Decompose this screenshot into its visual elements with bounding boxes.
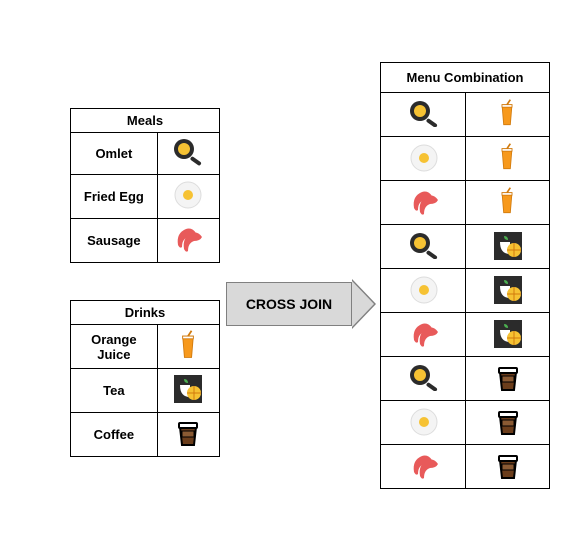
coffee-icon (172, 417, 204, 452)
table-row: Fried Egg (71, 175, 220, 219)
table-row: Omlet (71, 133, 220, 175)
meals-table: Meals Omlet Fried Egg Sausage (70, 108, 220, 263)
orange-juice-icon (493, 142, 521, 175)
meal-name: Fried Egg (71, 175, 158, 219)
drink-icon-cell (157, 325, 219, 369)
orange-juice-icon (493, 98, 521, 131)
result-meal-cell (381, 357, 466, 401)
drinks-table: Drinks Orange Juice Tea Coffee (70, 300, 220, 457)
table-row (381, 401, 550, 445)
sausage-icon (408, 186, 438, 219)
meal-icon-cell (157, 219, 219, 263)
table-row (381, 137, 550, 181)
result-drink-cell (465, 313, 550, 357)
result-drink-cell (465, 93, 550, 137)
operator-label: CROSS JOIN (226, 282, 352, 326)
table-row (381, 445, 550, 489)
result-drink-cell (465, 401, 550, 445)
result-drink-cell (465, 269, 550, 313)
fried-egg-icon (408, 406, 438, 439)
coffee-icon (492, 406, 522, 439)
table-row (381, 269, 550, 313)
result-meal-cell (381, 401, 466, 445)
result-header: Menu Combination (381, 63, 550, 93)
meals-header: Meals (71, 109, 220, 133)
fried-egg-icon (172, 179, 204, 214)
fried-egg-icon (408, 274, 438, 307)
omlet-pan-icon (408, 99, 438, 130)
tea-icon (492, 318, 522, 351)
drinks-header: Drinks (71, 301, 220, 325)
drink-name: Coffee (71, 413, 158, 457)
sausage-icon (408, 450, 438, 483)
result-drink-cell (465, 137, 550, 181)
result-meal-cell (381, 181, 466, 225)
table-row (381, 313, 550, 357)
drink-name: Tea (71, 369, 158, 413)
result-meal-cell (381, 445, 466, 489)
arrow-head-icon (352, 281, 374, 327)
table-row (381, 93, 550, 137)
omlet-pan-icon (408, 231, 438, 262)
tea-icon (492, 230, 522, 263)
meal-icon-cell (157, 175, 219, 219)
result-drink-cell (465, 445, 550, 489)
result-meal-cell (381, 93, 466, 137)
orange-juice-icon (172, 329, 204, 364)
table-row: Orange Juice (71, 325, 220, 369)
result-meal-cell (381, 313, 466, 357)
table-row: Tea (71, 369, 220, 413)
table-row (381, 357, 550, 401)
cross-join-arrow: CROSS JOIN (226, 282, 378, 326)
omlet-pan-icon (408, 363, 438, 394)
result-meal-cell (381, 269, 466, 313)
meal-name: Omlet (71, 133, 158, 175)
tea-icon (172, 373, 204, 408)
result-drink-cell (465, 357, 550, 401)
coffee-icon (492, 362, 522, 395)
fried-egg-icon (408, 142, 438, 175)
table-row: Coffee (71, 413, 220, 457)
meal-icon-cell (157, 133, 219, 175)
table-row (381, 181, 550, 225)
coffee-icon (492, 450, 522, 483)
drink-icon-cell (157, 369, 219, 413)
result-meal-cell (381, 225, 466, 269)
meal-name: Sausage (71, 219, 158, 263)
sausage-icon (172, 223, 204, 258)
drink-icon-cell (157, 413, 219, 457)
sausage-icon (408, 318, 438, 351)
result-drink-cell (465, 181, 550, 225)
drink-name: Orange Juice (71, 325, 158, 369)
table-row (381, 225, 550, 269)
result-drink-cell (465, 225, 550, 269)
table-row: Sausage (71, 219, 220, 263)
tea-icon (492, 274, 522, 307)
result-table: Menu Combination (380, 62, 550, 489)
orange-juice-icon (493, 186, 521, 219)
result-meal-cell (381, 137, 466, 181)
omlet-pan-icon (172, 137, 204, 170)
